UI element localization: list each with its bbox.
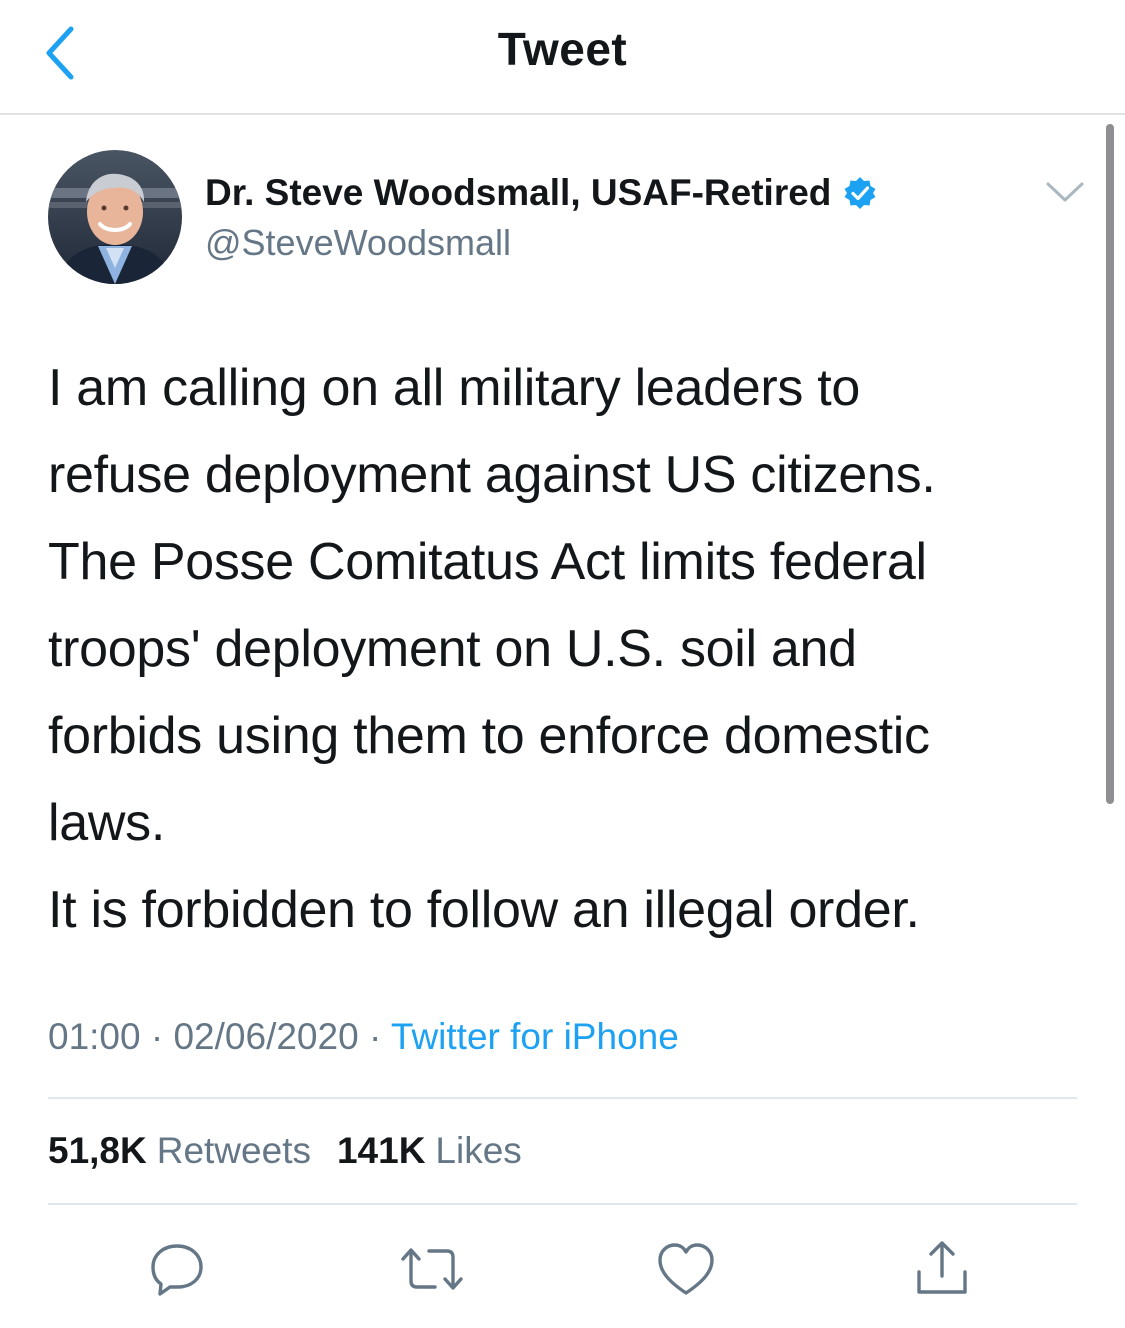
chevron-down-icon: [1046, 182, 1084, 202]
likes-stat[interactable]: 141K Likes: [337, 1130, 548, 1171]
tweet-text-line: I am calling on all military leaders to: [48, 359, 860, 417]
tweet-options-button[interactable]: [1040, 172, 1090, 212]
tweet-meta: 01:00 · 02/06/2020 · Twitter for iPhone: [48, 1016, 679, 1058]
tweet-text-line: troops' deployment on U.S. soil and: [48, 620, 857, 678]
author-handle[interactable]: @SteveWoodsmall: [205, 222, 511, 264]
reply-icon: [151, 1244, 203, 1296]
divider: [48, 1203, 1077, 1205]
likes-count: 141K: [336, 1130, 426, 1171]
retweets-count: 51,8K: [48, 1130, 147, 1171]
likes-label: Likes: [435, 1130, 522, 1171]
retweet-button[interactable]: [397, 1236, 467, 1302]
tweet-text: I am calling on all military leaders to …: [48, 345, 1088, 954]
meta-separator: ·: [150, 1016, 174, 1057]
tweet-time: 01:00: [48, 1016, 141, 1057]
navigation-bar: Tweet: [0, 0, 1125, 115]
tweet-text-line: The Posse Comitatus Act limits federal: [48, 533, 927, 591]
like-button[interactable]: [651, 1236, 721, 1302]
verified-badge-icon: [843, 176, 877, 210]
tweet-text-line: refuse deployment against US citizens.: [48, 446, 936, 504]
author-name[interactable]: Dr. Steve Woodsmall, USAF-Retired: [205, 172, 877, 214]
tweet-stats: 51,8K Retweets 141K Likes: [48, 1130, 548, 1172]
like-heart-icon: [658, 1243, 714, 1295]
tweet-text-line: laws.: [48, 794, 165, 852]
retweets-label: Retweets: [156, 1130, 311, 1171]
avatar[interactable]: [48, 150, 182, 284]
author-name-text: Dr. Steve Woodsmall, USAF-Retired: [205, 172, 832, 213]
divider: [48, 1097, 1077, 1099]
meta-separator: ·: [368, 1016, 391, 1057]
tweet-source-link[interactable]: Twitter for iPhone: [391, 1016, 679, 1057]
retweets-stat[interactable]: 51,8K Retweets: [48, 1130, 337, 1171]
avatar-photo: [48, 150, 182, 284]
page-title: Tweet: [497, 23, 628, 75]
share-icon: [917, 1241, 967, 1294]
retweet-icon: [401, 1248, 463, 1290]
tweet-date: 02/06/2020: [173, 1016, 359, 1057]
share-button[interactable]: [907, 1236, 977, 1302]
scrollbar[interactable]: [1106, 124, 1114, 804]
reply-button[interactable]: [142, 1236, 212, 1302]
tweet-text-line: forbids using them to enforce domestic: [48, 707, 930, 765]
tweet-text-line: It is forbidden to follow an illegal ord…: [48, 881, 920, 939]
